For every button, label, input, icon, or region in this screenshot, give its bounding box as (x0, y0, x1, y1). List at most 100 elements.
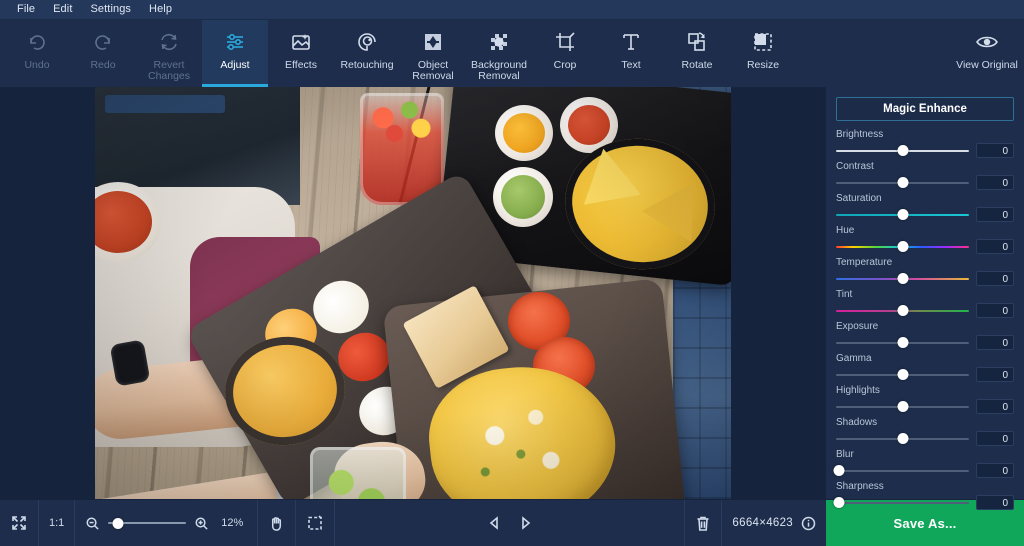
slider-shadows-value[interactable]: 0 (976, 431, 1014, 446)
zoom-in-icon (195, 517, 208, 530)
slider-saturation-track[interactable] (836, 208, 969, 222)
revert-changes-button[interactable]: Revert Changes (136, 20, 202, 87)
menu-settings[interactable]: Settings (81, 0, 140, 19)
slider-sharpness-track[interactable] (833, 496, 969, 510)
tab-background-removal-label: Background Removal (470, 59, 528, 82)
main-toolbar: Undo Redo Revert Changes Adjust Effects … (0, 20, 1024, 87)
slider-exposure-value[interactable]: 0 (976, 335, 1014, 350)
slider-sharpness-label: Sharpness (836, 481, 884, 492)
editor-body: Magic Enhance Brightness 0 Contrast 0 Sa… (0, 87, 1024, 538)
slider-blur-value[interactable]: 0 (976, 463, 1014, 478)
slider-highlights-value[interactable]: 0 (976, 399, 1014, 414)
slider-blur: Blur 0 (833, 449, 1014, 478)
eye-icon (975, 29, 999, 55)
slider-tint-handle[interactable] (897, 305, 908, 316)
slider-contrast-track[interactable] (836, 176, 969, 190)
crop-icon (553, 29, 577, 55)
info-button[interactable] (801, 516, 816, 531)
slider-gamma-handle[interactable] (897, 369, 908, 380)
menu-edit[interactable]: Edit (44, 0, 81, 19)
next-image-button[interactable] (510, 500, 542, 546)
slider-temperature: Temperature 0 (836, 257, 1014, 286)
cheese-dip-bowl (495, 105, 553, 161)
tab-crop[interactable]: Crop (532, 20, 598, 87)
slider-blur-track[interactable] (833, 464, 969, 478)
redo-button[interactable]: Redo (70, 20, 136, 87)
tab-effects-label: Effects (285, 59, 317, 71)
zoom-out-button[interactable] (85, 516, 100, 531)
slider-hue-value[interactable]: 0 (976, 239, 1014, 254)
slider-tint-track[interactable] (836, 304, 969, 318)
image-dimensions-label: 6664×4623 (732, 517, 794, 529)
tab-crop-label: Crop (553, 59, 577, 71)
hand-tool-button[interactable] (258, 500, 297, 546)
selection-tool-button[interactable] (296, 500, 336, 546)
tab-rotate[interactable]: Rotate (664, 20, 730, 87)
zoom-slider-handle[interactable] (112, 517, 124, 529)
tab-object-removal[interactable]: Object Removal (400, 20, 466, 87)
tab-background-removal[interactable]: Background Removal (466, 20, 532, 87)
view-original-button[interactable]: View Original (950, 20, 1024, 87)
slider-hue: Hue 0 (836, 225, 1014, 254)
tab-resize[interactable]: Resize (730, 20, 796, 87)
slider-brightness-track[interactable] (836, 144, 969, 158)
guacamole-bowl (493, 167, 553, 227)
slider-temperature-track[interactable] (836, 272, 969, 286)
slider-contrast-handle[interactable] (897, 177, 908, 188)
slider-hue-handle[interactable] (897, 241, 908, 252)
slider-shadows-track[interactable] (836, 432, 969, 446)
undo-icon (26, 29, 48, 55)
undo-button[interactable]: Undo (4, 20, 70, 87)
slider-exposure-track[interactable] (836, 336, 969, 350)
slider-brightness-handle[interactable] (897, 145, 908, 156)
slider-hue-label: Hue (836, 225, 855, 236)
slider-exposure-handle[interactable] (897, 337, 908, 348)
slider-saturation-handle[interactable] (897, 209, 908, 220)
tab-effects[interactable]: Effects (268, 20, 334, 87)
zoom-level-label: 12% (221, 517, 244, 529)
slider-gamma-track[interactable] (836, 368, 969, 382)
slider-sharpness-handle[interactable] (833, 497, 845, 508)
slider-sharpness-value[interactable]: 0 (976, 495, 1014, 510)
slider-gamma: Gamma 0 (836, 353, 1014, 382)
actual-size-button[interactable]: 1:1 (39, 500, 76, 546)
slider-temperature-value[interactable]: 0 (976, 271, 1014, 286)
previous-image-button[interactable] (478, 500, 510, 546)
slider-highlights-track[interactable] (836, 400, 969, 414)
sliders-icon (223, 29, 247, 55)
slider-gamma-value[interactable]: 0 (976, 367, 1014, 382)
photo-preview[interactable] (95, 87, 731, 499)
slider-blur-handle[interactable] (833, 465, 845, 476)
tab-adjust[interactable]: Adjust (202, 20, 268, 87)
tab-object-removal-label: Object Removal (412, 59, 454, 82)
slider-temperature-handle[interactable] (897, 273, 908, 284)
magic-enhance-button[interactable]: Magic Enhance (836, 97, 1014, 121)
tab-rotate-label: Rotate (681, 59, 713, 71)
tab-text[interactable]: Text (598, 20, 664, 87)
slider-saturation-value[interactable]: 0 (976, 207, 1014, 222)
tab-retouching[interactable]: Retouching (334, 20, 400, 87)
trash-icon (697, 516, 709, 531)
zoom-in-button[interactable] (194, 516, 209, 531)
slider-shadows-handle[interactable] (897, 433, 908, 444)
delete-image-button[interactable] (684, 500, 721, 546)
slider-brightness-value[interactable]: 0 (976, 143, 1014, 158)
slider-blur-label: Blur (836, 449, 854, 460)
slider-sharpness: Sharpness 0 (833, 481, 1014, 510)
fit-to-screen-button[interactable] (0, 500, 39, 546)
menu-file[interactable]: File (8, 0, 44, 19)
next-image-icon (522, 516, 531, 530)
tab-retouching-label: Retouching (340, 59, 394, 71)
previous-image-icon (489, 516, 498, 530)
image-canvas[interactable] (0, 87, 826, 499)
slider-highlights-label: Highlights (836, 385, 880, 396)
slider-highlights-handle[interactable] (897, 401, 908, 412)
zoom-slider[interactable] (108, 516, 187, 530)
menu-help[interactable]: Help (140, 0, 181, 19)
slider-contrast-value[interactable]: 0 (976, 175, 1014, 190)
slider-hue-track[interactable] (836, 240, 969, 254)
revert-icon (158, 29, 180, 55)
object-removal-icon (421, 29, 445, 55)
slider-shadows-label: Shadows (836, 417, 878, 428)
slider-tint-value[interactable]: 0 (976, 303, 1014, 318)
